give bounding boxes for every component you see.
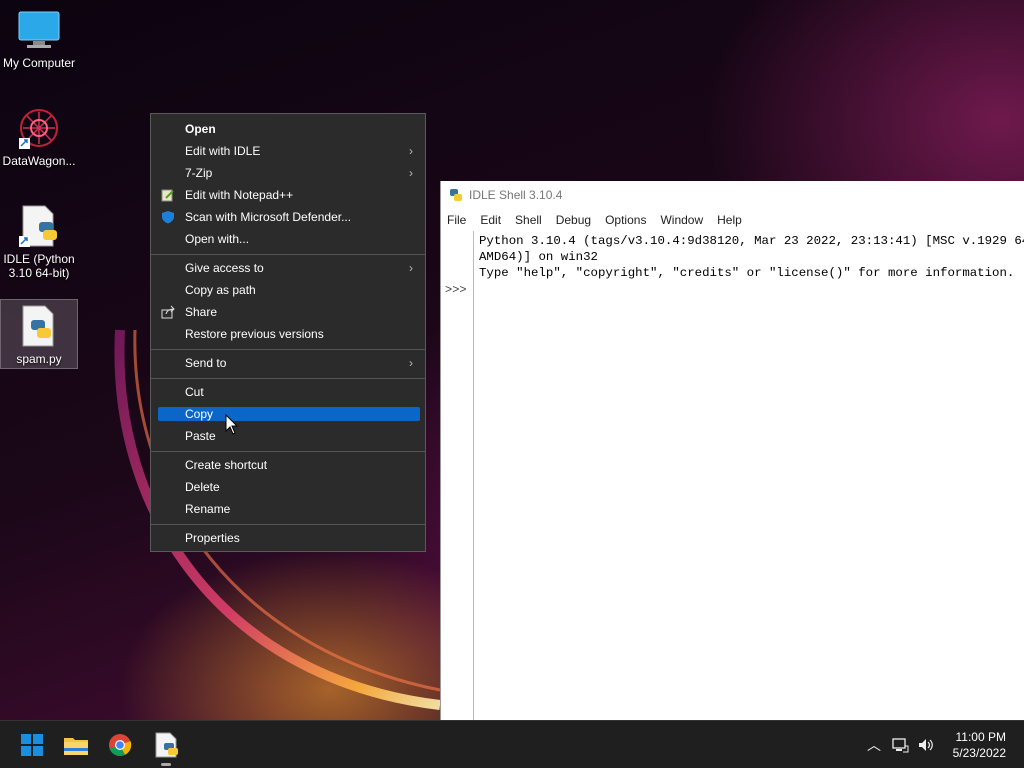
idle-taskbar-button[interactable] <box>150 729 182 761</box>
desktop-icon-label: DataWagon... <box>2 154 76 168</box>
menu-item-give-access[interactable]: Give access to › <box>151 257 425 279</box>
chrome-icon <box>109 734 132 757</box>
desktop-icon-label: My Computer <box>2 56 76 70</box>
clock-date: 5/23/2022 <box>952 746 1006 760</box>
volume-icon[interactable] <box>916 735 936 755</box>
window-titlebar[interactable]: IDLE Shell 3.10.4 <box>441 181 1024 209</box>
shell-line: Type "help", "copyright", "credits" or "… <box>479 266 1015 280</box>
menu-separator <box>151 254 425 255</box>
context-menu: Open Edit with IDLE › 7-Zip › Edit with No… <box>150 113 426 552</box>
desktop-icon-datawagon[interactable]: DataWagon... <box>0 106 78 168</box>
prompt-gutter: >>> <box>441 231 474 720</box>
python-file-icon <box>17 204 61 248</box>
menu-item-7zip[interactable]: 7-Zip › <box>151 162 425 184</box>
file-explorer-button[interactable] <box>60 729 92 761</box>
menu-item-paste[interactable]: Paste <box>151 425 425 447</box>
menu-separator <box>151 378 425 379</box>
menu-item-send-to[interactable]: Send to › <box>151 352 425 374</box>
menu-item-cut[interactable]: Cut <box>151 381 425 403</box>
shell-output[interactable]: Python 3.10.4 (tags/v3.10.4:9d38120, Mar… <box>479 233 1024 281</box>
defender-shield-icon <box>162 211 174 224</box>
menu-item-delete[interactable]: Delete <box>151 476 425 498</box>
mouse-cursor-icon <box>225 414 239 435</box>
chevron-up-icon[interactable]: ︿ <box>864 735 884 755</box>
menu-file[interactable]: File <box>447 213 466 227</box>
menu-bar: File Edit Shell Debug Options Window Hel… <box>441 209 1024 231</box>
desktop-icon-my-computer[interactable]: My Computer <box>0 8 78 70</box>
menu-separator <box>151 524 425 525</box>
window-title: IDLE Shell 3.10.4 <box>469 188 563 202</box>
notepadpp-icon <box>161 189 174 202</box>
windows-start-icon <box>21 734 43 756</box>
desktop-icon-idle[interactable]: IDLE (Python 3.10 64-bit) <box>0 204 78 280</box>
python-file-icon <box>17 304 61 348</box>
menu-item-share[interactable]: Share <box>151 301 425 323</box>
chevron-right-icon: › <box>409 166 413 180</box>
datawagon-icon <box>17 106 61 150</box>
clock-time: 11:00 PM <box>955 730 1006 744</box>
python-icon <box>450 189 462 201</box>
idle-shell-window[interactable]: IDLE Shell 3.10.4 File Edit Shell Debug … <box>440 181 1024 720</box>
menu-item-properties[interactable]: Properties <box>151 527 425 549</box>
shell-area[interactable]: >>> Python 3.10.4 (tags/v3.10.4:9d38120,… <box>441 231 1024 720</box>
menu-edit[interactable]: Edit <box>480 213 501 227</box>
menu-options[interactable]: Options <box>605 213 646 227</box>
menu-item-restore-previous[interactable]: Restore previous versions <box>151 323 425 345</box>
menu-window[interactable]: Window <box>660 213 703 227</box>
menu-item-copy[interactable]: Copy <box>158 407 420 421</box>
system-clock[interactable]: 11:00 PM 5/23/2022 <box>953 729 1006 761</box>
shell-line: Python 3.10.4 (tags/v3.10.4:9d38120, Mar… <box>479 234 1024 248</box>
chevron-right-icon: › <box>409 356 413 370</box>
menu-debug[interactable]: Debug <box>556 213 591 227</box>
menu-separator <box>151 451 425 452</box>
shell-line: AMD64)] on win32 <box>479 250 598 264</box>
menu-item-create-shortcut[interactable]: Create shortcut <box>151 454 425 476</box>
python-file-icon <box>155 732 178 758</box>
menu-item-rename[interactable]: Rename <box>151 498 425 520</box>
menu-item-edit-with-idle[interactable]: Edit with IDLE › <box>151 140 425 162</box>
menu-help[interactable]: Help <box>717 213 742 227</box>
taskbar: ︿ 11:00 PM 5/23/2022 <box>0 720 1024 768</box>
chrome-button[interactable] <box>104 729 136 761</box>
monitor-icon <box>17 8 61 52</box>
menu-shell[interactable]: Shell <box>515 213 542 227</box>
menu-item-edit-with-notepadpp[interactable]: Edit with Notepad++ <box>151 184 425 206</box>
menu-item-scan-defender[interactable]: Scan with Microsoft Defender... <box>151 206 425 228</box>
desktop-icon-spam-py[interactable]: spam.py <box>0 299 78 369</box>
share-icon <box>161 305 175 319</box>
menu-item-open-with[interactable]: Open with... <box>151 228 425 250</box>
running-indicator <box>161 763 171 766</box>
chevron-right-icon: › <box>409 144 413 158</box>
shell-prompt: >>> <box>445 283 467 297</box>
menu-item-open[interactable]: Open <box>151 118 425 140</box>
chevron-right-icon: › <box>409 261 413 275</box>
desktop-icon-label: spam.py <box>16 352 62 366</box>
desktop-icon-label: IDLE (Python 3.10 64-bit) <box>3 252 75 280</box>
folder-icon <box>64 738 88 755</box>
network-icon[interactable] <box>890 735 910 755</box>
menu-item-copy-as-path[interactable]: Copy as path <box>151 279 425 301</box>
start-button[interactable] <box>16 729 48 761</box>
menu-separator <box>151 349 425 350</box>
